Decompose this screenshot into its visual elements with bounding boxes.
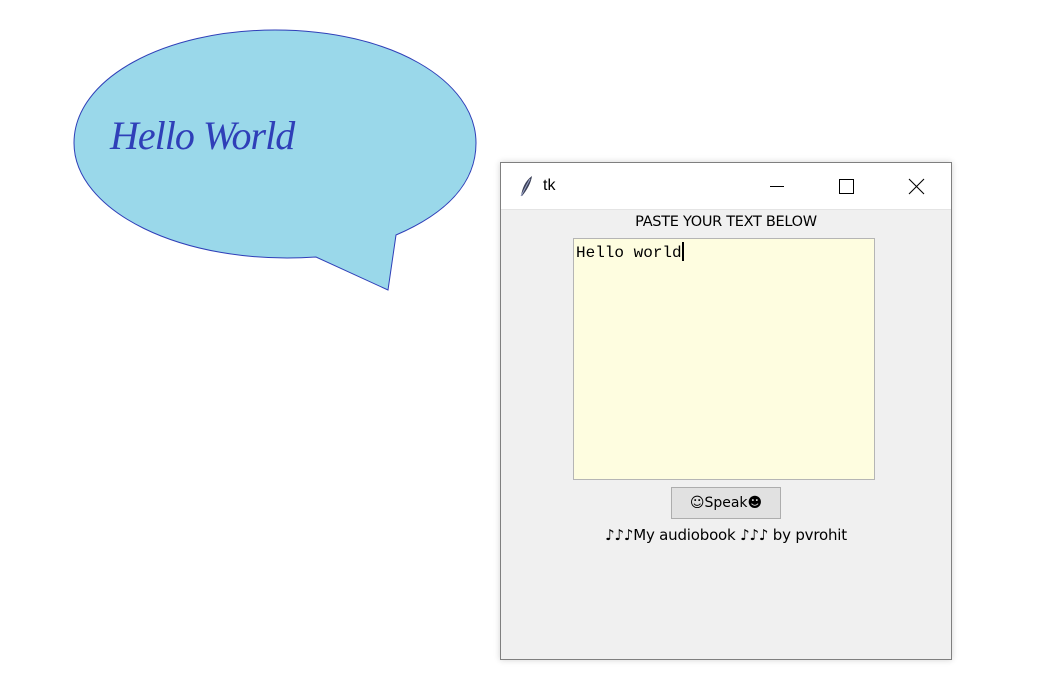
- footer-label: ♪♪♪My audiobook ♪♪♪ by pvrohit: [605, 526, 847, 544]
- feather-icon: [515, 174, 537, 198]
- paste-text-heading: PASTE YOUR TEXT BELOW: [635, 214, 817, 230]
- text-caret: [681, 242, 684, 261]
- speak-button[interactable]: ☺Speak☻: [671, 487, 781, 519]
- text-input-area[interactable]: Hello world: [573, 238, 875, 480]
- minimize-icon: [770, 186, 784, 187]
- close-button[interactable]: [893, 163, 939, 209]
- title-bar[interactable]: tk: [501, 163, 951, 210]
- minimize-button[interactable]: [753, 163, 799, 209]
- speech-bubble: Hello World: [0, 0, 500, 300]
- bubble-text: Hello World: [110, 113, 295, 158]
- maximize-icon: [839, 179, 854, 194]
- close-icon: [908, 178, 925, 195]
- desktop: Hello World tk PASTE YOUR TEXT BELOW Hel…: [0, 0, 1064, 695]
- text-input-value: Hello world: [576, 244, 682, 262]
- maximize-button[interactable]: [823, 163, 869, 209]
- tk-window: tk PASTE YOUR TEXT BELOW Hello world ☺Sp…: [500, 162, 952, 660]
- window-title: tk: [543, 177, 556, 194]
